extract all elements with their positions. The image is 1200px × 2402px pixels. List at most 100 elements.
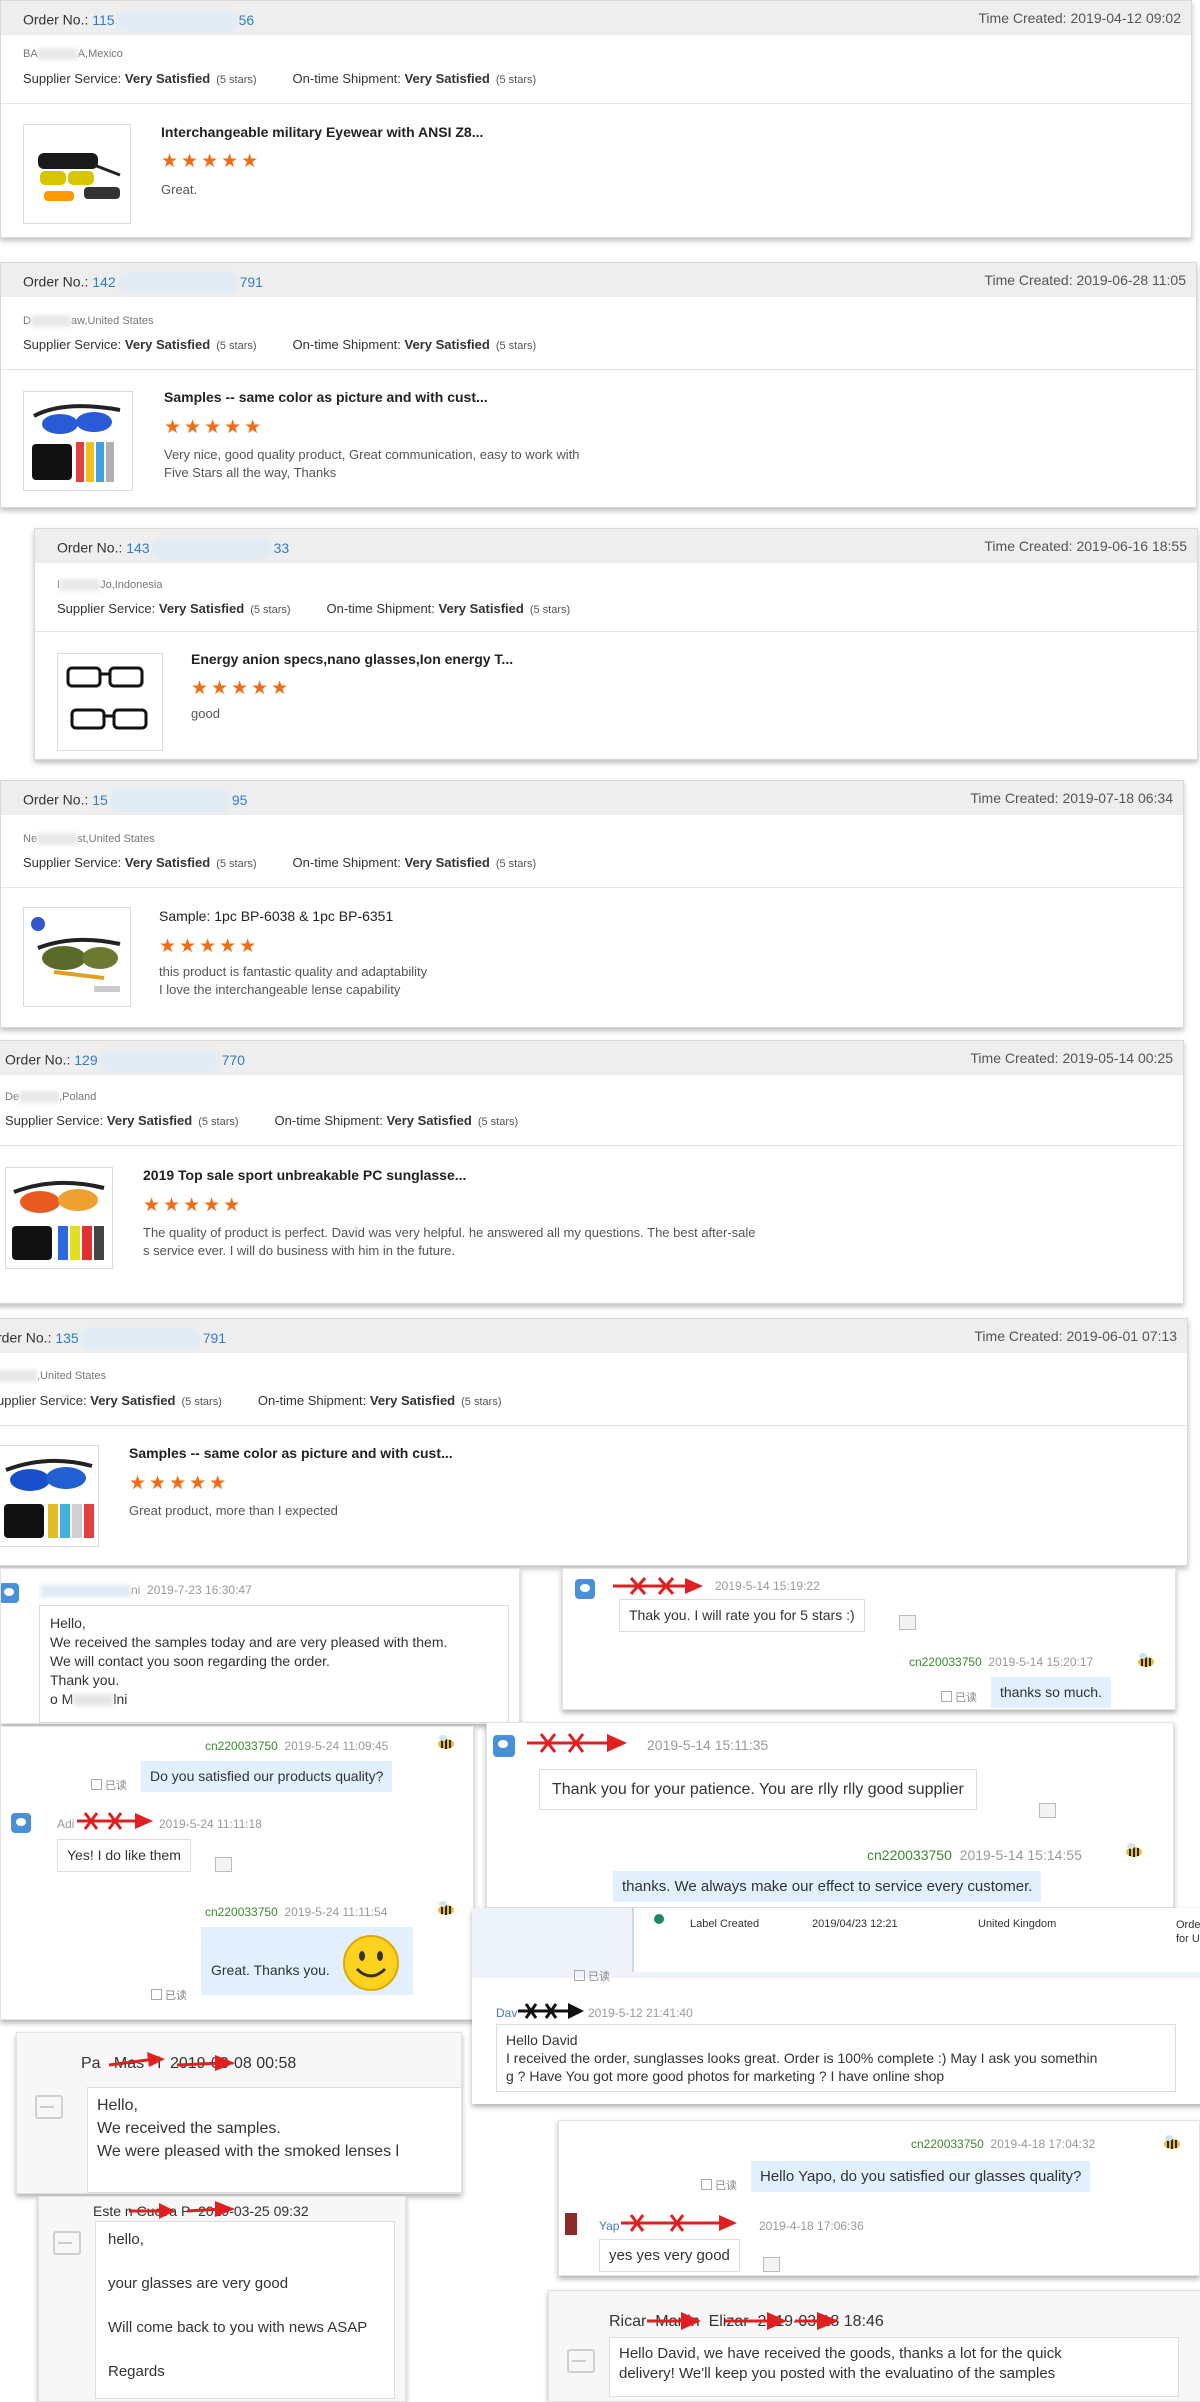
chat-panel: Label Created 2019/04/23 12:21 United Ki… — [472, 1908, 1200, 2104]
buyer-location: I Jo,Indonesia — [57, 579, 163, 592]
rating-stars: ★★★★★ — [143, 1195, 244, 1216]
product-title[interactable]: Sample: 1pc BP-6038 & 1pc BP-6351 — [159, 908, 393, 924]
order-header: Order No.: 15 95 Time Created: 2019-07-18… — [1, 781, 1183, 815]
action-icon[interactable] — [215, 1857, 232, 1872]
seller-avatar-icon — [1138, 1653, 1154, 1667]
product-thumbnail[interactable] — [23, 391, 133, 491]
order-label: Order No.: — [23, 11, 89, 28]
rating-stars: ★★★★★ — [129, 1473, 230, 1494]
product-title[interactable]: 2019 Top sale sport unbreakable PC sungl… — [143, 1167, 466, 1183]
message-meta: Dav — [496, 2006, 518, 2020]
buyer-avatar-icon — [575, 1579, 595, 1599]
order-label: Order No.: — [23, 273, 89, 290]
tracking-dot-icon — [654, 1914, 664, 1924]
buyer-location: ,United States — [0, 1370, 106, 1383]
product-thumbnail[interactable] — [0, 1445, 99, 1547]
order-header: Order No.: 143 33 Time Created: 2019-06-1… — [35, 529, 1197, 563]
order-card: Order No.: 143 33 Time Created: 2019-06-1… — [34, 528, 1198, 760]
image-placeholder-icon — [31, 2043, 57, 2069]
service-ratings: Supplier Service: Very Satisfied (5 stars… — [23, 71, 537, 86]
order-number[interactable]: 15 95 — [92, 790, 247, 812]
action-icon[interactable] — [899, 1615, 916, 1630]
message-meta: ni 2019-7-23 16:30:47 — [41, 1583, 252, 1597]
product-thumbnail[interactable] — [5, 1167, 113, 1269]
redaction-arrows — [621, 2214, 737, 2232]
action-icon[interactable] — [1039, 1803, 1056, 1818]
chat-panel: 2019-5-14 15:19:22 Thak you. I will rate… — [562, 1568, 1176, 1710]
service-ratings: Supplier Service: Very Satisfied (5 stars… — [23, 337, 537, 352]
message-bubble: Yes! I do like them — [57, 1839, 191, 1872]
read-status: 已读 — [91, 1777, 127, 1793]
message-meta: cn220033750 2019-5-14 15:14:55 — [867, 1847, 1082, 1863]
chat-panel: Este n Cueva P 2019-03-25 09:32 hello, y… — [38, 2196, 406, 2402]
order-number[interactable]: 143 33 — [126, 538, 289, 560]
rating-stars: ★★★★★ — [191, 678, 292, 699]
tracking-date: 2019/04/23 12:21 — [812, 1918, 898, 1930]
tracking-location: United Kingdom — [978, 1918, 1057, 1930]
review-text: Great. — [161, 182, 198, 197]
order-card: Order No.: 115 56 Time Created: 2019-04-1… — [0, 0, 1192, 238]
message-meta: 2019-5-24 11:11:18 — [159, 1817, 262, 1831]
seller-avatar-icon — [438, 1901, 454, 1915]
order-label: Order No.: — [5, 1051, 71, 1068]
order-label: Order No.: — [57, 539, 123, 556]
redaction-arrows — [613, 1577, 703, 1595]
chat-panel: 2019-5-14 15:11:35 Thank you for your pa… — [486, 1722, 1174, 1908]
action-icon[interactable] — [763, 2257, 780, 2272]
message-bubble: Hello Yapo, do you satisfied our glasses… — [751, 2161, 1091, 2192]
time-created: Time Created: 2019-06-01 07:13 — [974, 1328, 1177, 1344]
review-text: The quality of product is perfect. David… — [143, 1225, 756, 1258]
product-thumbnail[interactable] — [23, 907, 131, 1007]
service-ratings: Supplier Service: Very Satisfied (5 stars… — [57, 601, 571, 616]
chat-panel: Ricar Martin Elizar 2019-03-18 18:46 Hel… — [548, 2290, 1200, 2402]
message-meta: 2019-5-12 21:41:40 — [588, 2006, 693, 2020]
order-label: rder No.: — [0, 1329, 52, 1346]
tracking-table: Label Created 2019/04/23 12:21 United Ki… — [632, 1908, 1200, 1972]
message-bubble: Hello, We received the samples today and… — [39, 1605, 509, 1723]
seller-avatar-icon — [438, 1735, 454, 1749]
order-number[interactable]: 142 791 — [92, 272, 263, 294]
product-thumbnail[interactable] — [57, 653, 163, 751]
rating-stars: ★★★★★ — [164, 417, 265, 438]
buyer-avatar-icon — [11, 1813, 31, 1833]
redaction-arrows — [129, 2201, 235, 2219]
time-created: Time Created: 2019-04-12 09:02 — [978, 10, 1181, 26]
read-status: 已读 — [941, 1689, 977, 1705]
chat-panel: cn220033750 2019-4-18 17:04:32 已读 Hello … — [558, 2120, 1200, 2276]
product-title[interactable]: Energy anion specs,nano glasses,Ion ener… — [191, 651, 513, 667]
time-created: Time Created: 2019-07-18 06:34 — [970, 790, 1173, 806]
buyer-location: De ,Poland — [5, 1091, 97, 1104]
message-meta: 2019-5-14 15:11:35 — [647, 1737, 769, 1753]
review-text: Very nice, good quality product, Great c… — [164, 447, 580, 480]
image-placeholder-icon — [567, 2349, 595, 2373]
order-header: Order No.: 115 56 Time Created: 2019-04-1… — [1, 1, 1191, 35]
message-meta: 2019-5-14 15:19:22 — [715, 1579, 820, 1593]
message-meta: cn220033750 2019-5-24 11:09:45 — [205, 1739, 389, 1753]
order-header: Order No.: 142 791 Time Created: 2019-06-… — [1, 263, 1196, 297]
order-card: Order No.: 129 770 Time Created: 2019-05-… — [0, 1040, 1184, 1304]
buyer-location: Ne st,United States — [23, 833, 155, 846]
order-number[interactable]: 135 791 — [55, 1328, 226, 1350]
order-number[interactable]: 115 56 — [92, 10, 254, 32]
order-number[interactable]: 129 770 — [74, 1050, 245, 1072]
service-ratings: Supplier Service: Very Satisfied (5 stars… — [5, 1113, 519, 1128]
product-title[interactable]: Samples -- same color as picture and wit… — [164, 389, 488, 405]
message-bubble: thanks. We always make our effect to ser… — [613, 1871, 1042, 1902]
chat-panel: ni 2019-7-23 16:30:47 Hello, We received… — [0, 1568, 520, 1724]
product-thumbnail[interactable] — [23, 124, 131, 224]
read-status: 已读 — [151, 1987, 187, 2003]
message-bubble: Hello David, we have received the goods,… — [609, 2337, 1179, 2397]
message-bubble: hello, your glasses are very good Will c… — [95, 2221, 395, 2399]
review-text: this product is fantastic quality and ad… — [159, 964, 428, 997]
product-title[interactable]: Samples -- same color as picture and wit… — [129, 1445, 453, 1461]
message-bubble: Great. Thanks you. — [201, 1927, 413, 1995]
message-meta: Adi — [57, 1817, 75, 1831]
message-bubble: Thank you for your patience. You are rll… — [539, 1769, 977, 1810]
product-title[interactable]: Interchangeable military Eyewear with AN… — [161, 124, 483, 140]
buyer-avatar — [565, 2213, 577, 2235]
redaction-arrows — [527, 1733, 627, 1753]
message-meta: cn220033750 2019-4-18 17:04:32 — [911, 2137, 1096, 2151]
chat-panel: cn220033750 2019-5-24 11:09:45 已读 Do you… — [0, 1726, 474, 2020]
message-bubble: Hello David I received the order, sungla… — [496, 2024, 1176, 2092]
read-status: 已读 — [701, 2177, 737, 2193]
